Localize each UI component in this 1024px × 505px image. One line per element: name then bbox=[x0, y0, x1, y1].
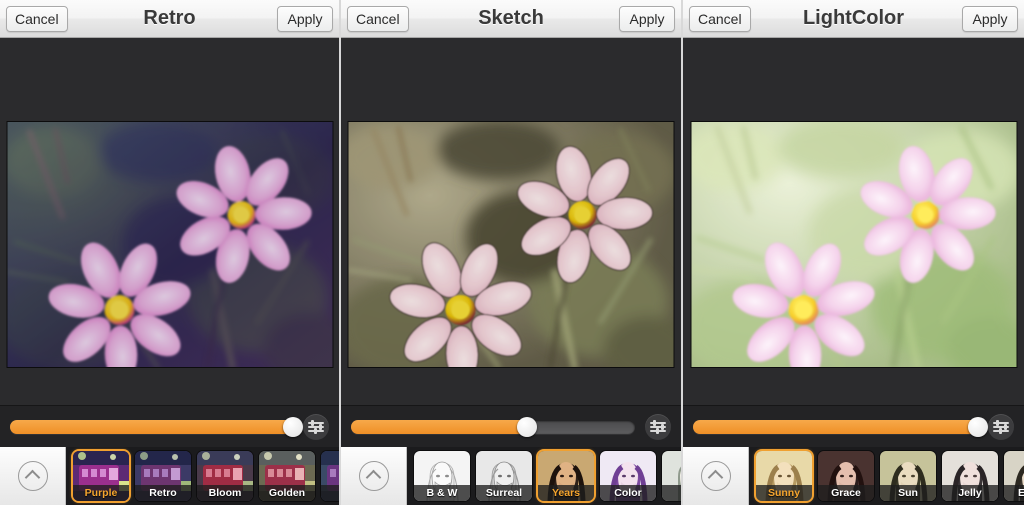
filter-thumb-label: Purple bbox=[73, 485, 129, 501]
flower-photo-sketch bbox=[349, 122, 674, 367]
photo-preview[interactable] bbox=[7, 122, 332, 367]
filter-thumb-purple[interactable]: Purple bbox=[73, 451, 129, 501]
filter-thumb-elegant[interactable]: Elega bbox=[1004, 451, 1024, 501]
filter-thumb-label: Color bbox=[600, 485, 656, 501]
filter-strip: B & W Surreal bbox=[341, 447, 681, 505]
filter-thumb-years[interactable]: Years bbox=[538, 451, 594, 501]
adjust-sliders-icon[interactable] bbox=[988, 414, 1014, 440]
photo-stage bbox=[341, 39, 681, 447]
flower-photo-lightcolor bbox=[691, 122, 1016, 367]
intensity-slider-track[interactable] bbox=[351, 420, 635, 434]
photo-image-sketch bbox=[349, 122, 674, 367]
intensity-slider-track[interactable] bbox=[10, 420, 293, 434]
filter-thumb-label: Elega bbox=[1004, 485, 1024, 501]
photo-preview[interactable] bbox=[691, 122, 1016, 367]
flower-photo-retro bbox=[7, 122, 332, 367]
filter-thumb-label: Sunny bbox=[756, 485, 812, 501]
filter-thumb-sunny[interactable]: Sunny bbox=[756, 451, 812, 501]
photo-image-retro bbox=[7, 122, 332, 367]
navigation-bar: Cancel Retro Apply bbox=[0, 0, 339, 38]
photo-preview[interactable] bbox=[349, 122, 674, 367]
filter-thumb-label: Golden bbox=[259, 485, 315, 501]
collapse-filters-button[interactable] bbox=[341, 447, 407, 505]
intensity-slider-fill bbox=[693, 420, 978, 434]
apply-button[interactable]: Apply bbox=[277, 6, 333, 32]
filter-thumb-grace[interactable]: Grace bbox=[818, 451, 874, 501]
adjust-sliders-icon[interactable] bbox=[303, 414, 329, 440]
filter-thumb-sun[interactable]: Sun bbox=[880, 451, 936, 501]
filter-thumbnail-list[interactable]: Sunny Grace bbox=[749, 447, 1024, 505]
intensity-slider-knob[interactable] bbox=[968, 417, 988, 437]
intensity-slider-knob[interactable] bbox=[283, 417, 303, 437]
filter-thumb-surreal[interactable]: Surreal bbox=[476, 451, 532, 501]
filter-thumb-label: Years bbox=[538, 485, 594, 501]
chevron-up-icon bbox=[359, 461, 389, 491]
intensity-slider-bar bbox=[683, 405, 1024, 447]
filter-thumb-label: B & W bbox=[414, 485, 470, 501]
chevron-up-icon bbox=[701, 461, 731, 491]
apply-button[interactable]: Apply bbox=[619, 6, 675, 32]
filter-thumb-jelly[interactable]: Jelly bbox=[942, 451, 998, 501]
filter-thumb-partial[interactable] bbox=[321, 451, 339, 501]
photo-image-lightcolor bbox=[691, 122, 1016, 367]
navigation-bar: Cancel Sketch Apply bbox=[341, 0, 681, 38]
filter-thumb-label: Sun bbox=[880, 485, 936, 501]
three-panel-screenshot: Cancel Retro Apply bbox=[0, 0, 1024, 505]
intensity-slider-track[interactable] bbox=[693, 420, 978, 434]
filter-thumb-label: Retro bbox=[135, 485, 191, 501]
chevron-up-icon bbox=[18, 461, 48, 491]
filter-thumbnail-list[interactable]: Purple bbox=[66, 447, 339, 505]
filter-thumb-label: Bloom bbox=[197, 485, 253, 501]
cancel-button[interactable]: Cancel bbox=[6, 6, 68, 32]
apply-button[interactable]: Apply bbox=[962, 6, 1018, 32]
filter-thumb-partial[interactable] bbox=[662, 451, 681, 501]
photo-stage bbox=[683, 39, 1024, 447]
filter-thumb-label: Jelly bbox=[942, 485, 998, 501]
adjust-sliders-icon[interactable] bbox=[645, 414, 671, 440]
cancel-button[interactable]: Cancel bbox=[689, 6, 751, 32]
cancel-button[interactable]: Cancel bbox=[347, 6, 409, 32]
filter-thumbnail-list[interactable]: B & W Surreal bbox=[407, 447, 681, 505]
filter-thumb-golden[interactable]: Golden bbox=[259, 451, 315, 501]
filter-thumb-label: Surreal bbox=[476, 485, 532, 501]
filter-editor-panel-lightcolor: Cancel LightColor Apply bbox=[683, 0, 1024, 505]
filter-thumb-label: Grace bbox=[818, 485, 874, 501]
filter-thumb-label bbox=[321, 485, 339, 501]
filter-strip: Purple bbox=[0, 447, 339, 505]
collapse-filters-button[interactable] bbox=[0, 447, 66, 505]
filter-thumb-bloom[interactable]: Bloom bbox=[197, 451, 253, 501]
filter-thumb-retro[interactable]: Retro bbox=[135, 451, 191, 501]
intensity-slider-bar bbox=[0, 405, 339, 447]
intensity-slider-bar bbox=[341, 405, 681, 447]
intensity-slider-fill bbox=[10, 420, 293, 434]
navigation-bar: Cancel LightColor Apply bbox=[683, 0, 1024, 38]
photo-stage bbox=[0, 39, 339, 447]
intensity-slider-fill bbox=[351, 420, 527, 434]
filter-editor-panel-sketch: Cancel Sketch Apply bbox=[341, 0, 683, 505]
filter-thumb-label bbox=[662, 485, 681, 501]
collapse-filters-button[interactable] bbox=[683, 447, 749, 505]
filter-editor-panel-retro: Cancel Retro Apply bbox=[0, 0, 341, 505]
intensity-slider-knob[interactable] bbox=[517, 417, 537, 437]
filter-thumb-color[interactable]: Color bbox=[600, 451, 656, 501]
filter-strip: Sunny Grace bbox=[683, 447, 1024, 505]
filter-thumb-bw[interactable]: B & W bbox=[414, 451, 470, 501]
